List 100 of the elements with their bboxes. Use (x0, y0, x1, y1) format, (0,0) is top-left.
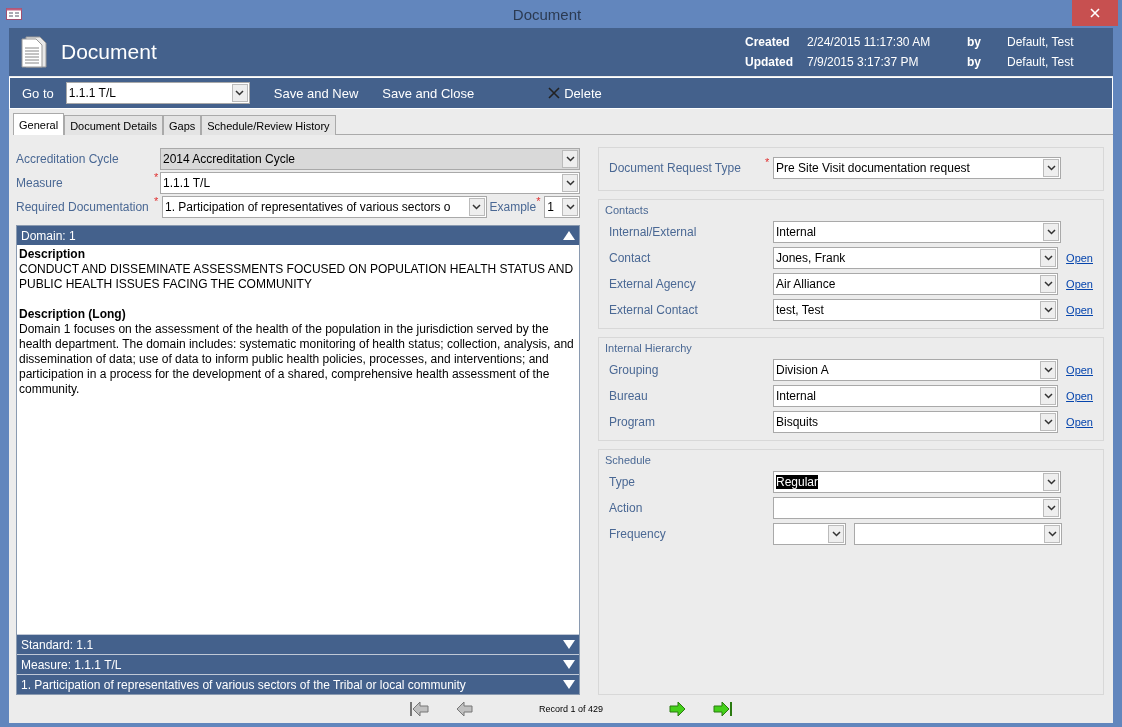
required-mark: * (536, 195, 542, 207)
dropdown-field[interactable] (854, 523, 1062, 545)
caret-icon (472, 204, 481, 210)
open-link[interactable]: Open (1066, 390, 1093, 402)
caret-icon (235, 90, 245, 96)
meta-date: 2/24/2015 11:17:30 AM (807, 35, 932, 49)
section-title: 1. Participation of representatives of various sectors of the Tribal or local community (21, 677, 467, 692)
dropdown-field[interactable]: 1 (544, 196, 580, 218)
required-mark: * (154, 171, 160, 183)
collapse-triangle-icon[interactable] (563, 231, 575, 240)
document-icon (21, 36, 47, 68)
description-text: Domain 1 focuses on the assessment of the health of the population in the jurisdiction served by the health department. The domain includes: systematic monitoring of health status; collection, analysis, and dissemination of data; use of data to inform public health policies, processes, and interventions; and participation in a process for the development of a shared, comprehensive health assessment of the community. (19, 322, 575, 397)
field-label: Example (489, 200, 537, 214)
arrow-icon[interactable] (712, 701, 734, 717)
caret-icon (1043, 367, 1053, 373)
field-label: External Agency (609, 277, 697, 291)
open-link[interactable]: Open (1066, 416, 1093, 428)
meta-label: Updated (745, 55, 794, 69)
field-label: Action (609, 501, 644, 515)
caret-icon (1043, 393, 1053, 399)
dropdown-field[interactable]: Internal (773, 221, 1061, 243)
meta-user: Default, Test (1007, 35, 1075, 49)
form-icon (6, 8, 22, 20)
dropdown-field[interactable]: 1.1.1 T/L (159, 172, 580, 194)
description-heading: Description (19, 247, 86, 262)
expand-triangle-icon[interactable] (563, 640, 575, 649)
open-link[interactable]: Open (1066, 364, 1093, 376)
group-title: Internal Hierarchy (605, 342, 693, 354)
caret-icon (1043, 255, 1053, 261)
dropdown-field[interactable] (773, 497, 1061, 519)
field-label: Program (609, 415, 656, 429)
field-label: Contact (609, 251, 652, 265)
caret-icon (1043, 419, 1053, 425)
meta-date: 7/9/2015 3:17:37 PM (807, 55, 920, 69)
section-header[interactable]: Domain: 1 (17, 226, 579, 245)
group-title: Contacts (605, 204, 650, 216)
tab[interactable]: Document Details (64, 115, 163, 135)
description-heading: Description (Long) (19, 307, 127, 322)
window-title: Document (511, 5, 583, 23)
close-icon (1090, 8, 1100, 18)
record-counter: Record 1 of 429 (537, 704, 604, 714)
dropdown-field[interactable]: Air Alliance (773, 273, 1059, 295)
required-mark: * (154, 195, 160, 207)
dropdown-field[interactable] (773, 523, 846, 545)
form-title: Document (61, 40, 158, 64)
group-title: Schedule (605, 454, 652, 466)
dropdown-field[interactable]: Jones, Frank (773, 247, 1059, 269)
goto-label: Go to (22, 85, 54, 101)
caret-icon (565, 180, 575, 186)
field-label: Grouping (609, 363, 660, 377)
field-label: Accreditation Cycle (16, 152, 120, 166)
caret-icon (1043, 281, 1053, 287)
action-button[interactable]: Save and New (273, 85, 359, 101)
field-label: Bureau (609, 389, 649, 403)
action-button[interactable]: Save and Close (382, 85, 475, 101)
close-icon (548, 87, 561, 99)
caret-icon (1043, 307, 1053, 313)
open-link[interactable]: Open (1066, 278, 1093, 290)
delete-button[interactable]: Delete (548, 85, 602, 101)
goto-dropdown[interactable]: 1.1.1 T/L (65, 82, 250, 104)
field-label: External Contact (609, 303, 699, 317)
dropdown-field[interactable]: Bisquits (773, 411, 1059, 433)
meta-user: Default, Test (1007, 55, 1075, 69)
meta-label: by (967, 35, 982, 49)
meta-label: Created (745, 35, 791, 49)
field-label: Measure (16, 176, 64, 190)
section-title: Standard: 1.1 (21, 637, 95, 652)
dropdown-field[interactable]: Regular (773, 471, 1061, 493)
caret-icon (1046, 229, 1056, 235)
caret-icon (1046, 505, 1056, 511)
caret-icon (831, 531, 841, 537)
tab[interactable]: Schedule/Review History (201, 115, 336, 135)
section-title: Domain: 1 (21, 228, 77, 243)
dropdown-field[interactable]: 1. Participation of representatives of various sectors o (161, 196, 487, 218)
dropdown-field[interactable]: Division A (773, 359, 1059, 381)
caret-icon (1046, 479, 1056, 485)
open-link[interactable]: Open (1066, 252, 1093, 264)
expand-triangle-icon[interactable] (563, 660, 575, 669)
field-label: Frequency (609, 527, 667, 541)
dropdown-field[interactable]: Internal (773, 385, 1059, 407)
field-label: Document Request Type (609, 161, 742, 175)
section-header[interactable]: Standard: 1.1 (17, 634, 579, 654)
tab[interactable]: Gaps (162, 115, 202, 135)
close-button[interactable] (1072, 0, 1118, 26)
tab[interactable]: General (13, 113, 65, 135)
caret-icon (565, 204, 575, 210)
caret-icon (565, 156, 575, 162)
caret-icon (1047, 531, 1057, 537)
open-link[interactable]: Open (1066, 304, 1093, 316)
description-text: CONDUCT AND DISSEMINATE ASSESSMENTS FOCUSED ON POPULATION HEALTH STATUS AND PUBLIC HEALTH ISSUES FACING THE COMMUNITY (19, 262, 575, 292)
section-header[interactable]: Measure: 1.1.1 T/L (17, 654, 579, 674)
required-mark: * (765, 156, 771, 168)
field-label: Required Documentation (16, 200, 150, 214)
section-title: Measure: 1.1.1 T/L (21, 657, 123, 672)
dropdown-field[interactable]: test, Test (773, 299, 1059, 321)
dropdown-field[interactable]: Pre Site Visit documentation request (773, 157, 1061, 179)
field-label: Internal/External (609, 225, 698, 239)
section-header[interactable]: 1. Participation of representatives of various sectors of the Tribal or local community (17, 674, 579, 694)
field-label: Type (609, 475, 636, 489)
expand-triangle-icon[interactable] (563, 680, 575, 689)
